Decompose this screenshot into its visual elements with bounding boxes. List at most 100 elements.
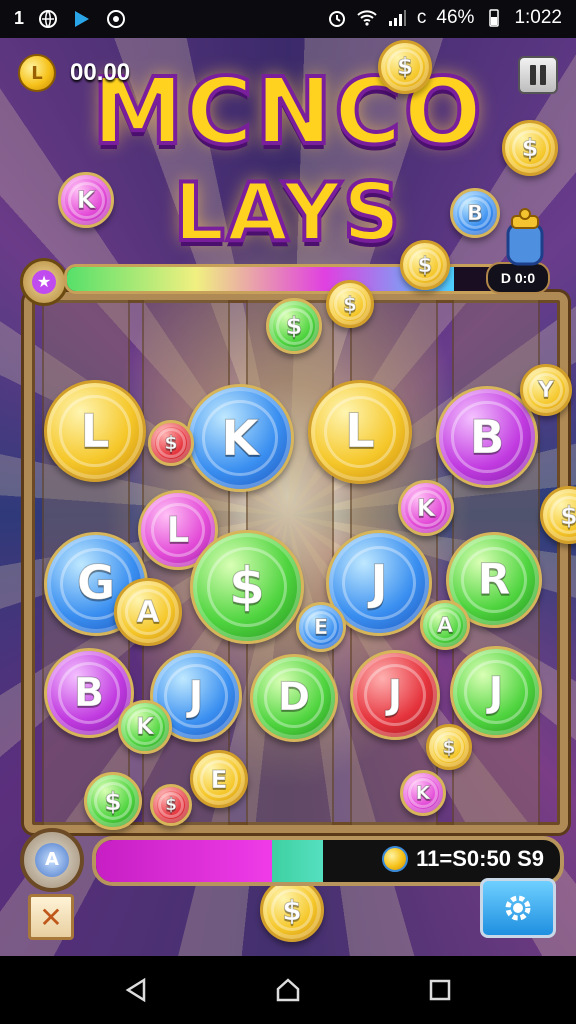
coin-letter: E: [210, 764, 228, 794]
grid-coin: K: [186, 384, 294, 492]
pause-icon-bar: [540, 65, 546, 85]
bottom-progress: A 11=S0:50 S9: [20, 828, 564, 892]
coin-face: B: [459, 197, 492, 230]
coin-letter: L: [345, 404, 376, 460]
coin-letter: B: [466, 200, 483, 225]
coin-face: K: [408, 490, 445, 527]
grid-coin: J: [350, 650, 440, 740]
coin-letter: $: [417, 252, 433, 277]
coin-letter: J: [488, 668, 504, 717]
coin-face: L: [324, 396, 397, 469]
coin-face: K: [202, 400, 277, 475]
coin-face: K: [127, 709, 163, 745]
grid-coin: D: [250, 654, 338, 742]
coin-letter: R: [477, 555, 511, 606]
coin-face: $: [334, 288, 365, 319]
gear-badge[interactable]: A: [20, 828, 84, 892]
coin-letter: K: [415, 782, 431, 805]
coin-letter: B: [469, 410, 505, 465]
coin-face: $: [409, 249, 442, 282]
location-icon: [107, 9, 126, 28]
coin-letter: L: [80, 404, 110, 459]
coin-face: $: [158, 792, 185, 819]
coin-face: Y: [529, 373, 563, 407]
flying-coin: K: [118, 700, 172, 754]
coin-face: D: [264, 668, 325, 729]
flying-coin: A: [420, 600, 470, 650]
coin-face: B: [451, 401, 522, 472]
pause-icon-bar: [530, 65, 536, 85]
coin-face: A: [125, 589, 171, 635]
grid-coin: L: [308, 380, 412, 484]
coin-letter: D: [277, 675, 311, 721]
cell-signal-icon: [388, 10, 406, 26]
coin-letter: Y: [538, 377, 555, 403]
coin-letter: $: [285, 312, 303, 341]
coin-face: $: [207, 547, 287, 627]
battery-icon: [489, 9, 500, 27]
grid-coin: L: [44, 380, 146, 482]
coin-face: A: [429, 609, 462, 642]
flying-coin: $: [150, 784, 192, 826]
coin-letter: $: [282, 893, 303, 927]
flying-coin: $: [84, 772, 142, 830]
home-icon[interactable]: [272, 974, 304, 1006]
flying-coin: E: [190, 750, 248, 808]
coin-face: B: [58, 662, 120, 724]
coin-face: K: [408, 778, 438, 808]
status-left-number: 1: [14, 8, 25, 28]
top-progress-fill: [67, 267, 455, 291]
flying-coin: K: [398, 480, 454, 536]
score-display: 11=S0:50 S9: [382, 846, 544, 872]
coin-face: $: [276, 308, 313, 345]
coin-letter: $: [164, 432, 178, 455]
coin-face: $: [94, 782, 132, 820]
settings-button[interactable]: [480, 878, 556, 938]
recents-icon[interactable]: [424, 974, 456, 1006]
balance-coin-icon: L: [18, 54, 56, 92]
flying-coin: $: [502, 120, 558, 176]
status-bar: 1 c 46% 1:022: [0, 0, 576, 38]
coin-face: $: [156, 428, 186, 458]
coin-letter: $: [560, 500, 576, 530]
coin-face: E: [305, 611, 338, 644]
close-button[interactable]: ✕: [28, 894, 74, 940]
bottom-progress-fill-teal: [272, 840, 324, 882]
pause-button[interactable]: [518, 56, 558, 94]
grid-coin: A: [114, 578, 182, 646]
coin-letter: B: [73, 670, 105, 717]
coin-letter: $: [165, 795, 178, 816]
coin-letter: $: [343, 291, 358, 316]
flying-coin: $: [426, 724, 472, 770]
flying-coin: $: [326, 280, 374, 328]
coin-face: R: [461, 547, 528, 614]
screen: 1 c 46% 1:022 L 00.00 MCNCO LAYS ★ D 0:0…: [0, 0, 576, 1024]
flying-coin: $: [148, 420, 194, 466]
balance-display: L 00.00: [18, 54, 130, 92]
coin-letter: K: [416, 494, 436, 523]
flying-coin: $: [400, 240, 450, 290]
coin-face: $: [512, 130, 549, 167]
star-badge: ★: [20, 258, 68, 306]
coin-letter: $: [442, 736, 456, 759]
grid-coin: $: [190, 530, 304, 644]
coin-face: $: [434, 732, 464, 762]
coin-letter: J: [370, 555, 389, 612]
top-progress: ★ D 0:0: [20, 258, 550, 306]
coin-letter: A: [136, 594, 160, 630]
coin-face: J: [164, 664, 228, 728]
flying-coin: B: [450, 188, 500, 238]
back-icon[interactable]: [120, 974, 152, 1006]
flying-coin: E: [296, 602, 346, 652]
coin-letter: L: [166, 509, 190, 551]
clock: 1:022: [514, 7, 562, 28]
star-icon: ★: [32, 270, 56, 294]
flying-coin: $: [260, 878, 324, 942]
flying-coin: Y: [520, 364, 572, 416]
score-coin-icon: [382, 846, 409, 872]
coin-face: K: [68, 182, 105, 219]
battery-prefix: c: [416, 7, 427, 28]
coin-letter: K: [221, 409, 260, 467]
coin-letter: J: [188, 672, 204, 721]
coin-letter: $: [396, 53, 413, 80]
